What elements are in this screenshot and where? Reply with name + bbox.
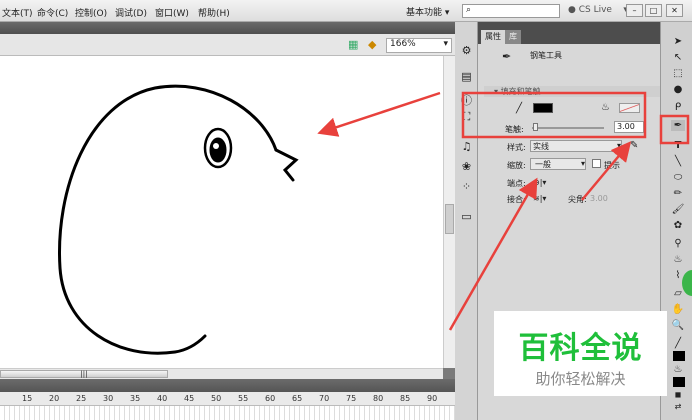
annotation-arrow-bird (317, 91, 441, 137)
annotation-box-stroke (461, 91, 647, 139)
annotation-box-pen-tool (659, 114, 690, 145)
annotation-arrow-style (581, 141, 632, 201)
annotation-arrow-cap (448, 177, 538, 331)
annotation-overlay (317, 91, 690, 331)
